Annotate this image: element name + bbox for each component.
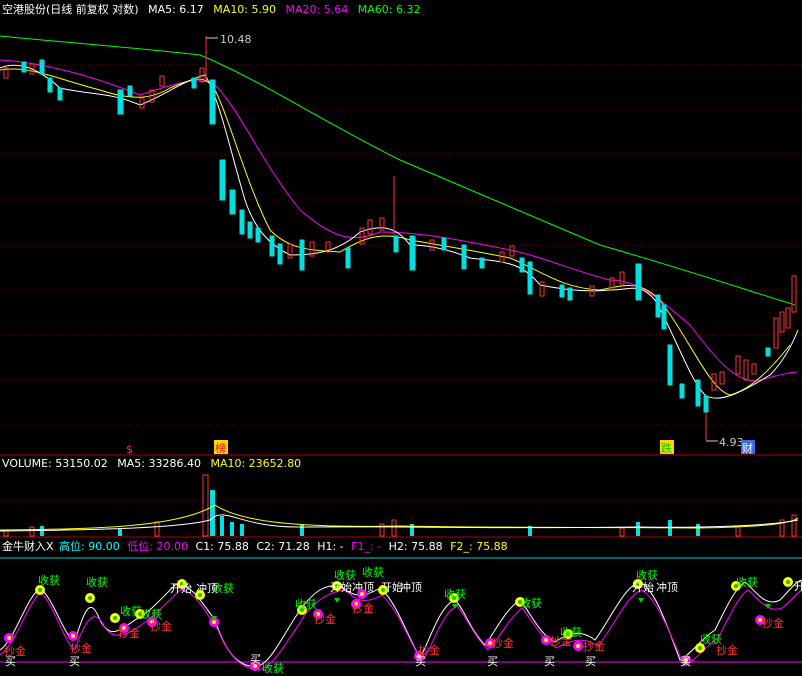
harvest-signal: 收获: [444, 587, 466, 603]
ma5-line: [0, 64, 799, 399]
harvest-signal: 收获: [85, 575, 108, 603]
svg-text:收获: 收获: [86, 575, 108, 589]
low-price-marker: 4.93: [706, 436, 744, 449]
buy-signal: 买 抄金: [4, 633, 26, 668]
harvest-signal: 收获: [515, 596, 542, 610]
buy-signal: 买 抄金: [414, 643, 440, 668]
svg-text:开始: 开始: [170, 581, 192, 595]
buy-signal: 买 收获: [250, 653, 284, 675]
buy-signal: 买 抄金: [541, 634, 572, 668]
top-signal: 收获 开始 冲顶: [632, 568, 678, 594]
harvest-signal: 收获 抄金: [135, 607, 172, 633]
svg-text:买: 买: [585, 655, 596, 668]
svg-text:开始: 开始: [794, 579, 802, 593]
svg-text:收获: 收获: [212, 581, 234, 595]
buy-signal: 买 收获 抄金: [680, 632, 738, 668]
svg-text:冲顶: 冲顶: [656, 580, 678, 594]
svg-text:抄金: 抄金: [762, 616, 784, 630]
svg-text:收获: 收获: [636, 568, 658, 582]
svg-text:收获: 收获: [38, 573, 60, 587]
ma60-line: [0, 35, 796, 306]
svg-text:抄金: 抄金: [418, 643, 440, 657]
buy-signal: 买 抄金: [485, 636, 514, 668]
svg-text:收获: 收获: [362, 565, 384, 579]
svg-text:抄金: 抄金: [314, 612, 336, 626]
svg-text:开始: 开始: [330, 580, 352, 594]
chart-canvas[interactable]: 10.48 4.93 $ 榜 跌 财 买 抄金 收获 买 抄金 收获 收获 抄金…: [0, 0, 802, 676]
svg-text:抄金: 抄金: [583, 639, 605, 653]
svg-text:抄金: 抄金: [118, 626, 140, 640]
main-grid: [0, 64, 802, 501]
svg-text:收获: 收获: [736, 575, 758, 589]
candles: [3, 36, 797, 440]
event-marker-fall: 跌: [661, 441, 672, 455]
svg-text:抄金: 抄金: [492, 636, 514, 650]
high-price-marker: 10.48: [206, 33, 252, 46]
event-marker-bang: 榜: [215, 441, 226, 455]
svg-text:收获: 收获: [295, 597, 317, 611]
harvest-signal: 收获 抄金 开始: [731, 575, 802, 630]
event-marker-dollar: $: [126, 443, 133, 456]
svg-text:收获: 收获: [520, 596, 542, 610]
svg-text:抄金: 抄金: [352, 601, 374, 615]
indicator-signals[interactable]: 买 抄金 收获 买 抄金 收获 收获 抄金 收获 抄金 开始 冲顶 收获 买 收…: [4, 565, 802, 675]
svg-text:抄金: 抄金: [70, 641, 92, 655]
svg-text:收获: 收获: [560, 625, 582, 639]
svg-text:开始: 开始: [632, 580, 654, 594]
volume-bars: [0, 474, 799, 537]
svg-text:收获: 收获: [444, 587, 466, 601]
event-markers[interactable]: $ 榜 跌 财: [126, 440, 755, 456]
svg-text:冲顶: 冲顶: [400, 580, 422, 594]
event-marker-wealth: 财: [742, 441, 753, 455]
svg-text:抄金: 抄金: [4, 644, 26, 658]
svg-text:买: 买: [69, 655, 80, 668]
svg-text:买: 买: [487, 655, 498, 668]
high-price-label: 10.48: [220, 33, 252, 46]
svg-text:收获: 收获: [262, 661, 284, 675]
svg-text:抄金: 抄金: [150, 619, 172, 633]
svg-text:买: 买: [544, 655, 555, 668]
harvest-signal: 收获: [35, 573, 60, 595]
svg-text:买: 买: [680, 655, 691, 668]
low-price-label: 4.93: [719, 436, 744, 449]
svg-text:抄金: 抄金: [716, 643, 738, 657]
svg-text:收获: 收获: [334, 568, 356, 582]
svg-text:买: 买: [250, 653, 261, 666]
